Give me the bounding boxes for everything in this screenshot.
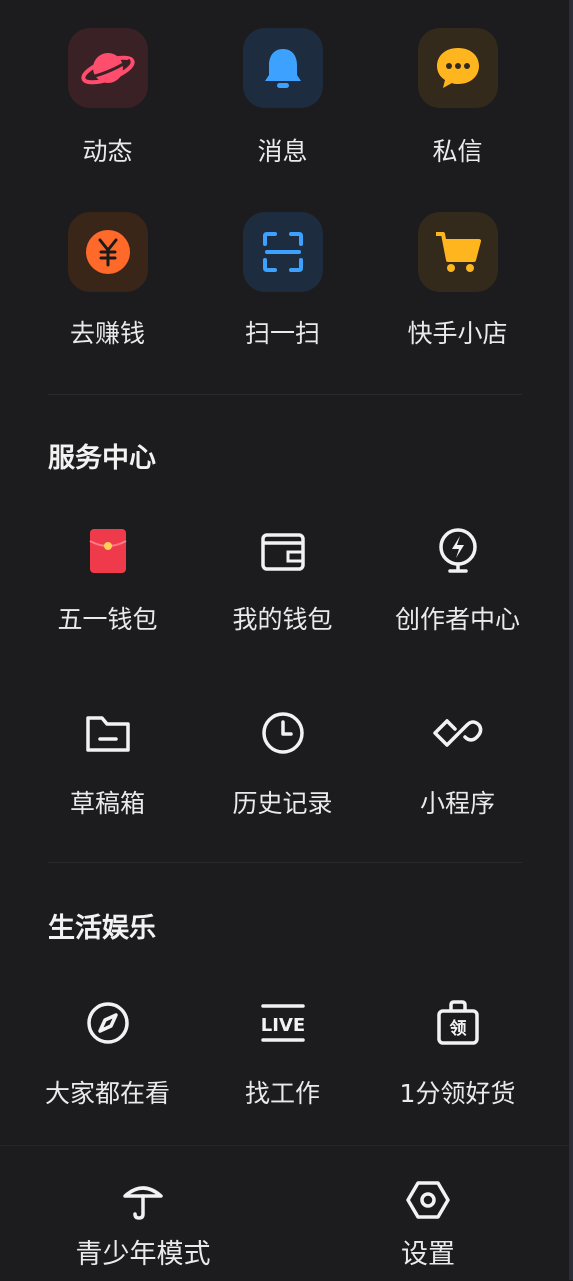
- kuaishou-shop-button[interactable]: 快手小店: [370, 212, 545, 350]
- screen-edge: [569, 0, 573, 1280]
- scan-icon: [242, 212, 323, 292]
- private-message-label: 私信: [432, 137, 483, 166]
- cart-icon: [417, 212, 498, 292]
- settings-label: 设置: [401, 1239, 455, 1270]
- dynamics-label: 动态: [82, 137, 133, 166]
- bottom-bar: 青少年模式 设置: [0, 1145, 569, 1281]
- everyone-watching-button[interactable]: 大家都在看: [20, 996, 195, 1110]
- yuan-coin-icon: [67, 212, 148, 292]
- bag-icon: 领: [431, 996, 485, 1050]
- private-message-button[interactable]: 私信: [370, 28, 545, 168]
- live-icon: LIVE: [256, 996, 310, 1050]
- top-grid-row-2: 去赚钱 扫一扫 快手小店: [20, 212, 545, 350]
- earn-money-label: 去赚钱: [69, 319, 145, 348]
- service-row-1: 五一钱包 我的钱包 创作者中心: [20, 524, 545, 636]
- scan-label: 扫一扫: [244, 319, 320, 348]
- life-row-1: 大家都在看 LIVE 找工作 领 1分领好货: [20, 996, 545, 1110]
- divider: [48, 394, 522, 395]
- service-row-2: 草稿箱 历史记录 小程序: [20, 706, 545, 820]
- clock-icon: [256, 706, 310, 760]
- drafts-button[interactable]: 草稿箱: [20, 706, 195, 820]
- mini-program-label: 小程序: [419, 789, 495, 818]
- may-day-wallet-label: 五一钱包: [57, 605, 158, 634]
- divider: [48, 862, 522, 863]
- everyone-watching-label: 大家都在看: [44, 1079, 170, 1108]
- dynamics-button[interactable]: 动态: [20, 28, 195, 168]
- red-envelope-icon: [81, 524, 135, 578]
- history-label: 历史记录: [232, 789, 333, 818]
- find-job-label: 找工作: [244, 1079, 320, 1108]
- life-entertainment-title: 生活娱乐: [48, 913, 156, 944]
- svg-text:LIVE: LIVE: [260, 1015, 304, 1036]
- one-cent-goods-button[interactable]: 领 1分领好货: [370, 996, 545, 1110]
- messages-button[interactable]: 消息: [195, 28, 370, 168]
- messages-label: 消息: [257, 137, 308, 166]
- umbrella-icon: [121, 1178, 165, 1226]
- wallet-icon: [256, 524, 310, 578]
- settings-button[interactable]: 设置: [308, 1178, 548, 1271]
- chat-bubble-icon: [417, 28, 498, 108]
- planet-icon: [67, 28, 148, 108]
- earn-money-button[interactable]: 去赚钱: [20, 212, 195, 350]
- service-center-title: 服务中心: [48, 443, 156, 474]
- compass-icon: [81, 996, 135, 1050]
- may-day-wallet-button[interactable]: 五一钱包: [20, 524, 195, 636]
- creator-center-button[interactable]: 创作者中心: [370, 524, 545, 636]
- svg-text:领: 领: [449, 1018, 466, 1039]
- scan-button[interactable]: 扫一扫: [195, 212, 370, 350]
- mini-program-icon: [431, 706, 485, 760]
- creator-center-label: 创作者中心: [394, 605, 520, 634]
- history-button[interactable]: 历史记录: [195, 706, 370, 820]
- top-grid-row-1: 动态 消息 私信: [20, 28, 545, 168]
- one-cent-goods-label: 1分领好货: [399, 1079, 516, 1108]
- kuaishou-shop-label: 快手小店: [407, 319, 508, 348]
- bell-icon: [242, 28, 323, 108]
- teen-mode-button[interactable]: 青少年模式: [23, 1178, 263, 1271]
- drafts-label: 草稿箱: [69, 789, 145, 818]
- folder-icon: [81, 706, 135, 760]
- my-wallet-label: 我的钱包: [232, 605, 333, 634]
- mini-program-button[interactable]: 小程序: [370, 706, 545, 820]
- lightning-bulb-icon: [431, 524, 485, 578]
- teen-mode-label: 青少年模式: [75, 1239, 211, 1270]
- my-wallet-button[interactable]: 我的钱包: [195, 524, 370, 636]
- settings-hexagon-icon: [406, 1178, 450, 1226]
- find-job-button[interactable]: LIVE 找工作: [195, 996, 370, 1110]
